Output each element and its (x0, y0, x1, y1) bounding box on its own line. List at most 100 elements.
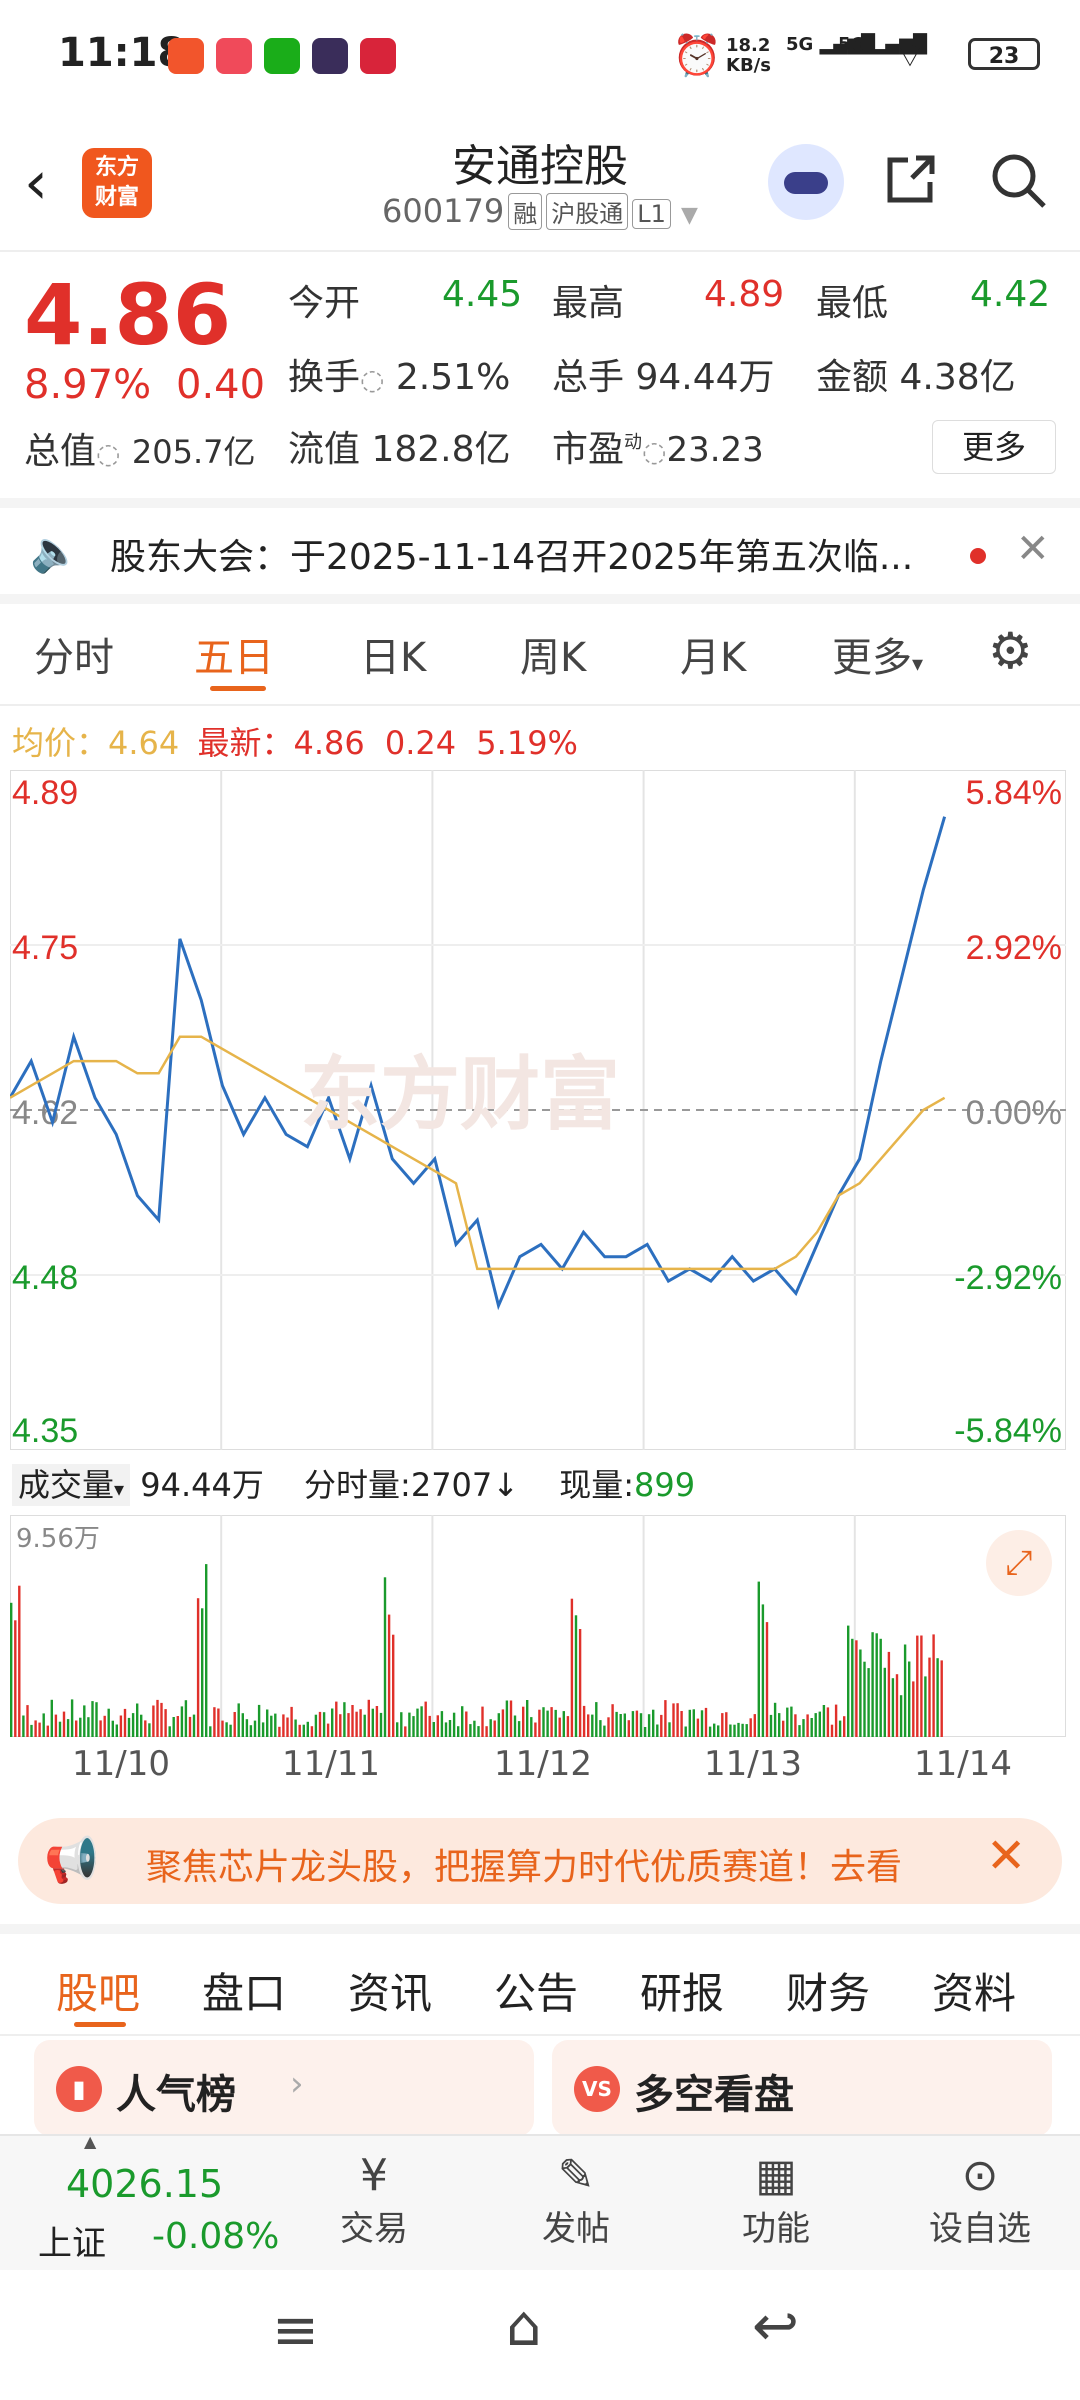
wifi-icon: ⌔ (894, 36, 926, 76)
volume-bar (899, 1695, 903, 1737)
volume-bar (448, 1720, 452, 1737)
volume-bar (477, 1726, 480, 1737)
volume-bar (461, 1706, 464, 1737)
volume-bar (225, 1722, 228, 1737)
tab-five-day[interactable]: 五日 (194, 625, 274, 683)
volume-bar (708, 1726, 712, 1737)
volume-bar (554, 1709, 557, 1737)
volume-bar (217, 1708, 220, 1737)
tab-news[interactable]: 资讯 (348, 1960, 432, 2021)
volume-bar (286, 1717, 289, 1737)
volume-bar (229, 1724, 232, 1737)
volume-bar (408, 1712, 411, 1737)
nav-add-watchlist[interactable]: ⊙ 设自选 (920, 2150, 1040, 2250)
notice-bar[interactable]: 🔈 股东大会：于2025-11-14召开2025年第五次临... ✕ (0, 508, 1080, 604)
bull-bear-card[interactable]: VS 多空看盘 (552, 2040, 1052, 2136)
volume-bar (270, 1715, 273, 1737)
volume-bar (607, 1717, 610, 1737)
volume-bar (221, 1720, 224, 1737)
volume-bar (148, 1723, 151, 1737)
volume-bar (798, 1725, 801, 1737)
volume-bar (371, 1708, 374, 1737)
y-tick-right: 0.00% (966, 1094, 1062, 1132)
volume-bar (932, 1634, 935, 1737)
tab-weekly-k[interactable]: 周K (520, 625, 586, 683)
home-icon[interactable]: ⌂ (506, 2294, 542, 2359)
high-value: 4.89 (704, 274, 785, 315)
volume-bar (111, 1720, 114, 1737)
volume-bar (180, 1706, 184, 1737)
index-value[interactable]: 4026.15 (66, 2162, 223, 2206)
tab-daily-k[interactable]: 日K (360, 625, 426, 683)
tab-monthly-k[interactable]: 月K (680, 625, 746, 683)
volume-bar (241, 1713, 244, 1737)
tab-research[interactable]: 研报 (640, 1960, 724, 2021)
volume-bar (643, 1727, 647, 1737)
close-icon[interactable]: ✕ (1016, 526, 1050, 572)
ai-assistant-icon[interactable] (768, 144, 844, 220)
more-icon: ⊙ (961, 2150, 999, 2201)
tab-more[interactable]: 更多▾ (832, 625, 923, 683)
battery-icon: 23 (968, 38, 1040, 70)
volume-bar (765, 1622, 769, 1737)
volume-bar (257, 1704, 261, 1737)
volume-bar (623, 1713, 626, 1737)
nav-post[interactable]: ✎ 发帖 (526, 2150, 626, 2250)
volume-bar (676, 1703, 679, 1737)
volume-bar (355, 1711, 358, 1737)
volume-bar (664, 1700, 667, 1737)
back-icon[interactable]: ↩ (752, 2294, 799, 2359)
ad-banner[interactable]: 📢 聚焦芯片龙头股，把握算力时代优质赛道！去看 ✕ (18, 1818, 1062, 1904)
tab-announcements[interactable]: 公告 (494, 1960, 578, 2021)
y-tick-right: -2.92% (954, 1259, 1062, 1297)
popularity-card[interactable]: ▮ 人气榜 › (34, 2040, 534, 2136)
share-icon[interactable] (882, 150, 940, 208)
status-bar: 11:18 ⏰ 18.2 KB/s 5G ▂▄▆█ 5G ▂▄▆█ ⌔ 23 (0, 0, 1080, 110)
volume-bar (444, 1722, 448, 1737)
nav-trade[interactable]: ¥ 交易 (324, 2150, 424, 2250)
tab-forum[interactable]: 股吧 (56, 1960, 140, 2021)
more-button[interactable]: 更多 (932, 420, 1056, 474)
volume-bar (773, 1702, 777, 1737)
volume-bar (14, 1620, 17, 1737)
close-icon[interactable]: ✕ (986, 1828, 1026, 1884)
expand-icon[interactable]: ⤢ (986, 1530, 1052, 1596)
nav-functions[interactable]: ▦ 功能 (726, 2150, 826, 2250)
trade-icon: ¥ (360, 2150, 388, 2201)
search-icon[interactable] (988, 150, 1048, 210)
tab-profile[interactable]: 资料 (932, 1960, 1016, 2021)
volume-bar (375, 1706, 379, 1737)
card-label: 人气榜 (116, 2072, 236, 2118)
volume-bar (359, 1709, 362, 1737)
rank-icon: ▮ (56, 2066, 102, 2112)
volume-bar (587, 1714, 590, 1737)
volume-bar (306, 1721, 309, 1737)
menu-icon[interactable]: ≡ (272, 2298, 319, 2363)
volume-bar (440, 1711, 444, 1737)
volume-bar (469, 1724, 472, 1737)
volume-bar (249, 1725, 253, 1737)
x-label: 11/12 (494, 1744, 592, 1784)
volume-bar (891, 1678, 895, 1737)
volume-bar (95, 1702, 98, 1737)
volume-bar (903, 1644, 907, 1737)
volume-bar (680, 1711, 683, 1737)
volume-bar (859, 1649, 862, 1737)
tab-intraday[interactable]: 分时 (34, 625, 114, 683)
volume-bar (647, 1714, 651, 1737)
y-tick-left: 4.35 (12, 1412, 78, 1450)
tab-order-book[interactable]: 盘口 (202, 1960, 286, 2021)
volume-bar (810, 1718, 813, 1737)
volume-bar (83, 1705, 86, 1737)
tab-financials[interactable]: 财务 (786, 1960, 870, 2021)
settings-icon[interactable]: ⚙ (988, 622, 1033, 680)
volume-selector[interactable]: 成交量▾ (12, 1464, 131, 1506)
level-tag: L1 (632, 199, 671, 229)
volume-bar (18, 1585, 21, 1737)
volume-bar (367, 1699, 370, 1737)
volume-bar (822, 1705, 826, 1737)
total-mktcap: 总值◌ 205.7亿 (24, 431, 256, 472)
volume-bar (733, 1724, 736, 1737)
wechat-icon (264, 38, 300, 74)
volume-bar (172, 1717, 175, 1737)
